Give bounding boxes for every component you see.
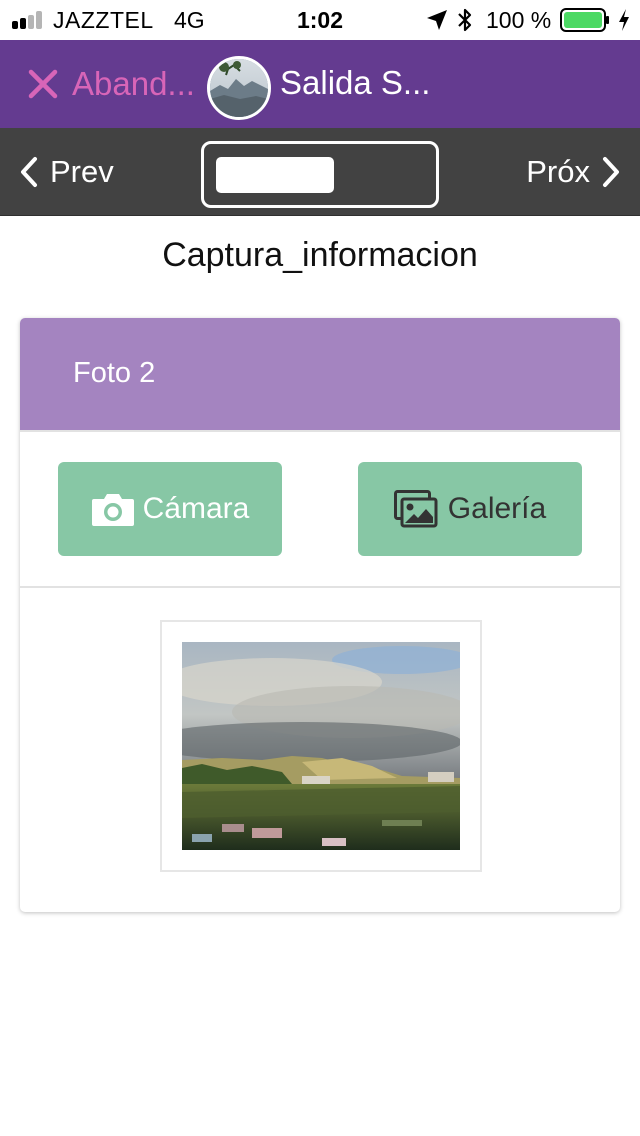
next-label: Próx [526,154,590,189]
battery-icon [560,8,609,32]
abandon-button[interactable]: Aband... [26,62,195,106]
battery-percent: 100 % [486,7,552,33]
camera-label: Cámara [142,492,250,525]
chevron-right-icon [603,157,619,187]
close-icon [28,69,58,99]
camera-button[interactable]: Cámara [58,462,282,556]
chevron-left-icon [21,157,37,187]
bluetooth-icon [458,8,472,32]
prev-label: Prev [50,154,114,189]
page-selector-value [216,157,334,193]
charging-icon [619,9,629,31]
images-icon [393,490,438,528]
divider [20,430,620,432]
photo-card: Foto 2 Cámara Galería [20,318,620,912]
divider [20,586,620,588]
gallery-button[interactable]: Galería [358,462,582,556]
status-bar: JAZZTEL 4G 1:02 100 % [0,0,640,40]
camera-icon [91,494,134,526]
abandon-label: Aband... [72,65,195,102]
gallery-label: Galería [447,492,547,525]
card-title: Foto 2 [73,357,156,389]
app-header: Aband... Salida S... [0,40,640,128]
header-title: Salida S... [280,64,431,101]
prev-button[interactable]: Prev [18,152,114,192]
card-header: Foto 2 [20,318,620,430]
nav-bar: Prev Próx [0,128,640,216]
page-title: Captura_informacion [162,236,478,274]
next-button[interactable]: Próx [526,152,622,192]
avatar-image [210,59,268,117]
page-selector[interactable] [201,141,439,208]
photo-image [182,642,460,850]
photo-thumbnail[interactable] [160,620,482,872]
avatar [207,56,271,120]
location-icon [427,10,447,30]
